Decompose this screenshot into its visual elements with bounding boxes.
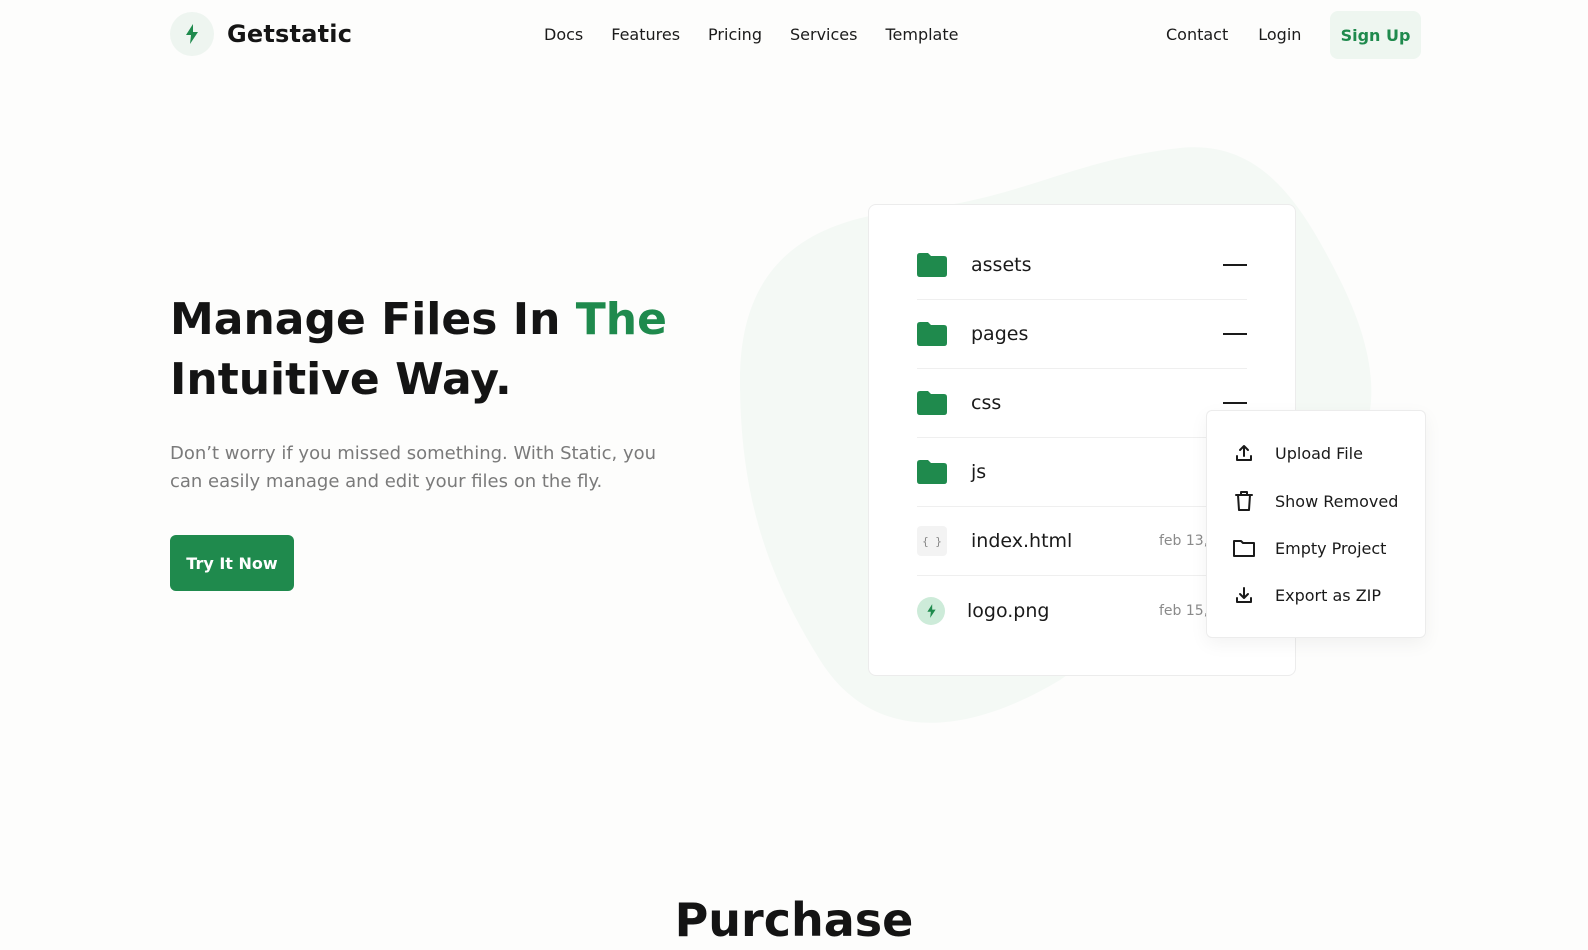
menu-export-zip[interactable]: Export as ZIP (1233, 582, 1381, 608)
collapse-icon[interactable] (1223, 264, 1247, 266)
file-row-logo-png[interactable]: logo.png feb 15, (917, 576, 1247, 645)
menu-label: Show Removed (1275, 491, 1399, 511)
download-icon (1233, 584, 1255, 606)
main-nav: Docs Features Pricing Services Template (544, 25, 986, 45)
menu-label: Upload File (1275, 443, 1363, 463)
menu-empty-project[interactable]: Empty Project (1233, 535, 1386, 561)
purchase-heading: Purchase (674, 893, 914, 947)
folder-outline-icon (1233, 537, 1255, 559)
folder-icon (917, 250, 947, 280)
hero-subtitle: Don’t worry if you missed something. Wit… (170, 443, 657, 492)
file-name: js (971, 461, 987, 483)
menu-upload-file[interactable]: Upload File (1233, 440, 1363, 466)
file-row-index-html[interactable]: { } index.html feb 13, (917, 507, 1247, 576)
upload-icon (1233, 442, 1255, 464)
folder-icon (917, 319, 947, 349)
collapse-icon[interactable] (1223, 333, 1247, 335)
try-it-now-button[interactable]: Try It Now (170, 535, 294, 591)
menu-label: Empty Project (1275, 538, 1387, 558)
nav-features[interactable]: Features (611, 25, 680, 45)
bolt-icon (917, 596, 945, 625)
hero-title-accent: The (575, 294, 667, 345)
nav-docs[interactable]: Docs (544, 25, 583, 45)
nav-contact[interactable]: Contact (1166, 25, 1228, 45)
file-date: feb 15, (1159, 602, 1209, 619)
collapse-icon[interactable] (1223, 402, 1247, 404)
file-name: logo.png (967, 599, 1050, 622)
nav-services[interactable]: Services (790, 25, 857, 45)
hero-title-part2: Intuitive Way. (170, 354, 512, 405)
file-row-pages[interactable]: pages (917, 300, 1247, 369)
file-name: assets (971, 254, 1032, 276)
brand-name: Getstatic (227, 20, 353, 48)
brand-logo[interactable]: Getstatic (170, 12, 352, 56)
file-context-menu: Upload File Show Removed Empty Project E… (1206, 410, 1426, 638)
code-file-icon: { } (917, 526, 947, 556)
hero-title: Manage Files In The Intuitive Way. (170, 290, 730, 410)
site-header: Getstatic Docs Features Pricing Services… (0, 0, 1588, 70)
file-name: pages (971, 323, 1029, 345)
file-name: css (971, 392, 1002, 414)
file-date: feb 13, (1159, 533, 1209, 549)
folder-icon (917, 457, 947, 487)
nav-template[interactable]: Template (885, 25, 958, 45)
file-row-assets[interactable]: assets (917, 231, 1247, 300)
file-row-js[interactable]: js (917, 438, 1247, 507)
folder-icon (917, 388, 947, 418)
nav-login[interactable]: Login (1258, 25, 1301, 45)
hero-title-part1: Manage Files In (170, 294, 576, 345)
menu-label: Export as ZIP (1275, 585, 1382, 605)
signup-button[interactable]: Sign Up (1330, 11, 1421, 59)
menu-show-removed[interactable]: Show Removed (1233, 488, 1398, 514)
bolt-icon (170, 12, 214, 56)
file-row-css[interactable]: css (917, 369, 1247, 438)
nav-pricing[interactable]: Pricing (708, 25, 762, 45)
file-name: index.html (971, 530, 1073, 552)
account-nav: Contact Login (1166, 25, 1331, 45)
trash-icon (1233, 490, 1255, 512)
